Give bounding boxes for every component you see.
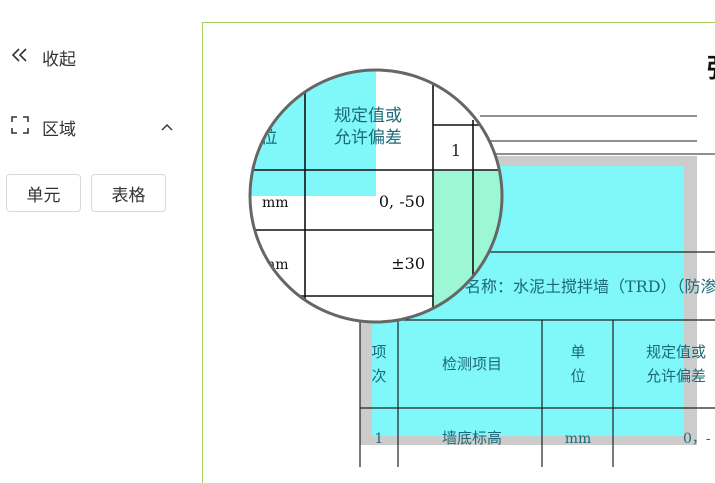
- lens-row2-value: ±30: [391, 254, 425, 273]
- row1-index: 1: [375, 431, 384, 447]
- lens-side-index: 1: [451, 141, 461, 160]
- lens-row1-unit: mm: [262, 195, 289, 211]
- table-name: 名称：水泥土搅拌墙（TRD）（防渗: [465, 277, 715, 296]
- row1-value: 0，-: [683, 431, 711, 447]
- upper-table-lines: [480, 115, 715, 155]
- header-index-2: 次: [371, 367, 386, 385]
- document-canvas: 强 名称：水泥土搅拌墙（TRD）（防渗 项 次 检测项目 单 位 规定值或: [248, 54, 715, 467]
- header-unit-1: 单: [570, 343, 585, 361]
- row1-item: 墙底标高: [442, 429, 502, 447]
- document-title-fragment: 强: [707, 54, 715, 84]
- header-item: 检测项目: [442, 355, 502, 373]
- lens-header-spec-1: 规定值或: [334, 106, 402, 126]
- row1-unit: mm: [565, 431, 592, 447]
- lens-header-spec-2: 允许偏差: [334, 128, 402, 148]
- header-spec-1: 规定值或: [646, 343, 706, 361]
- header-spec-2: 允许偏差: [646, 367, 706, 385]
- lens-row1-value: 0, -50: [379, 192, 425, 211]
- header-index-1: 项: [371, 343, 386, 361]
- header-unit-2: 位: [570, 367, 585, 385]
